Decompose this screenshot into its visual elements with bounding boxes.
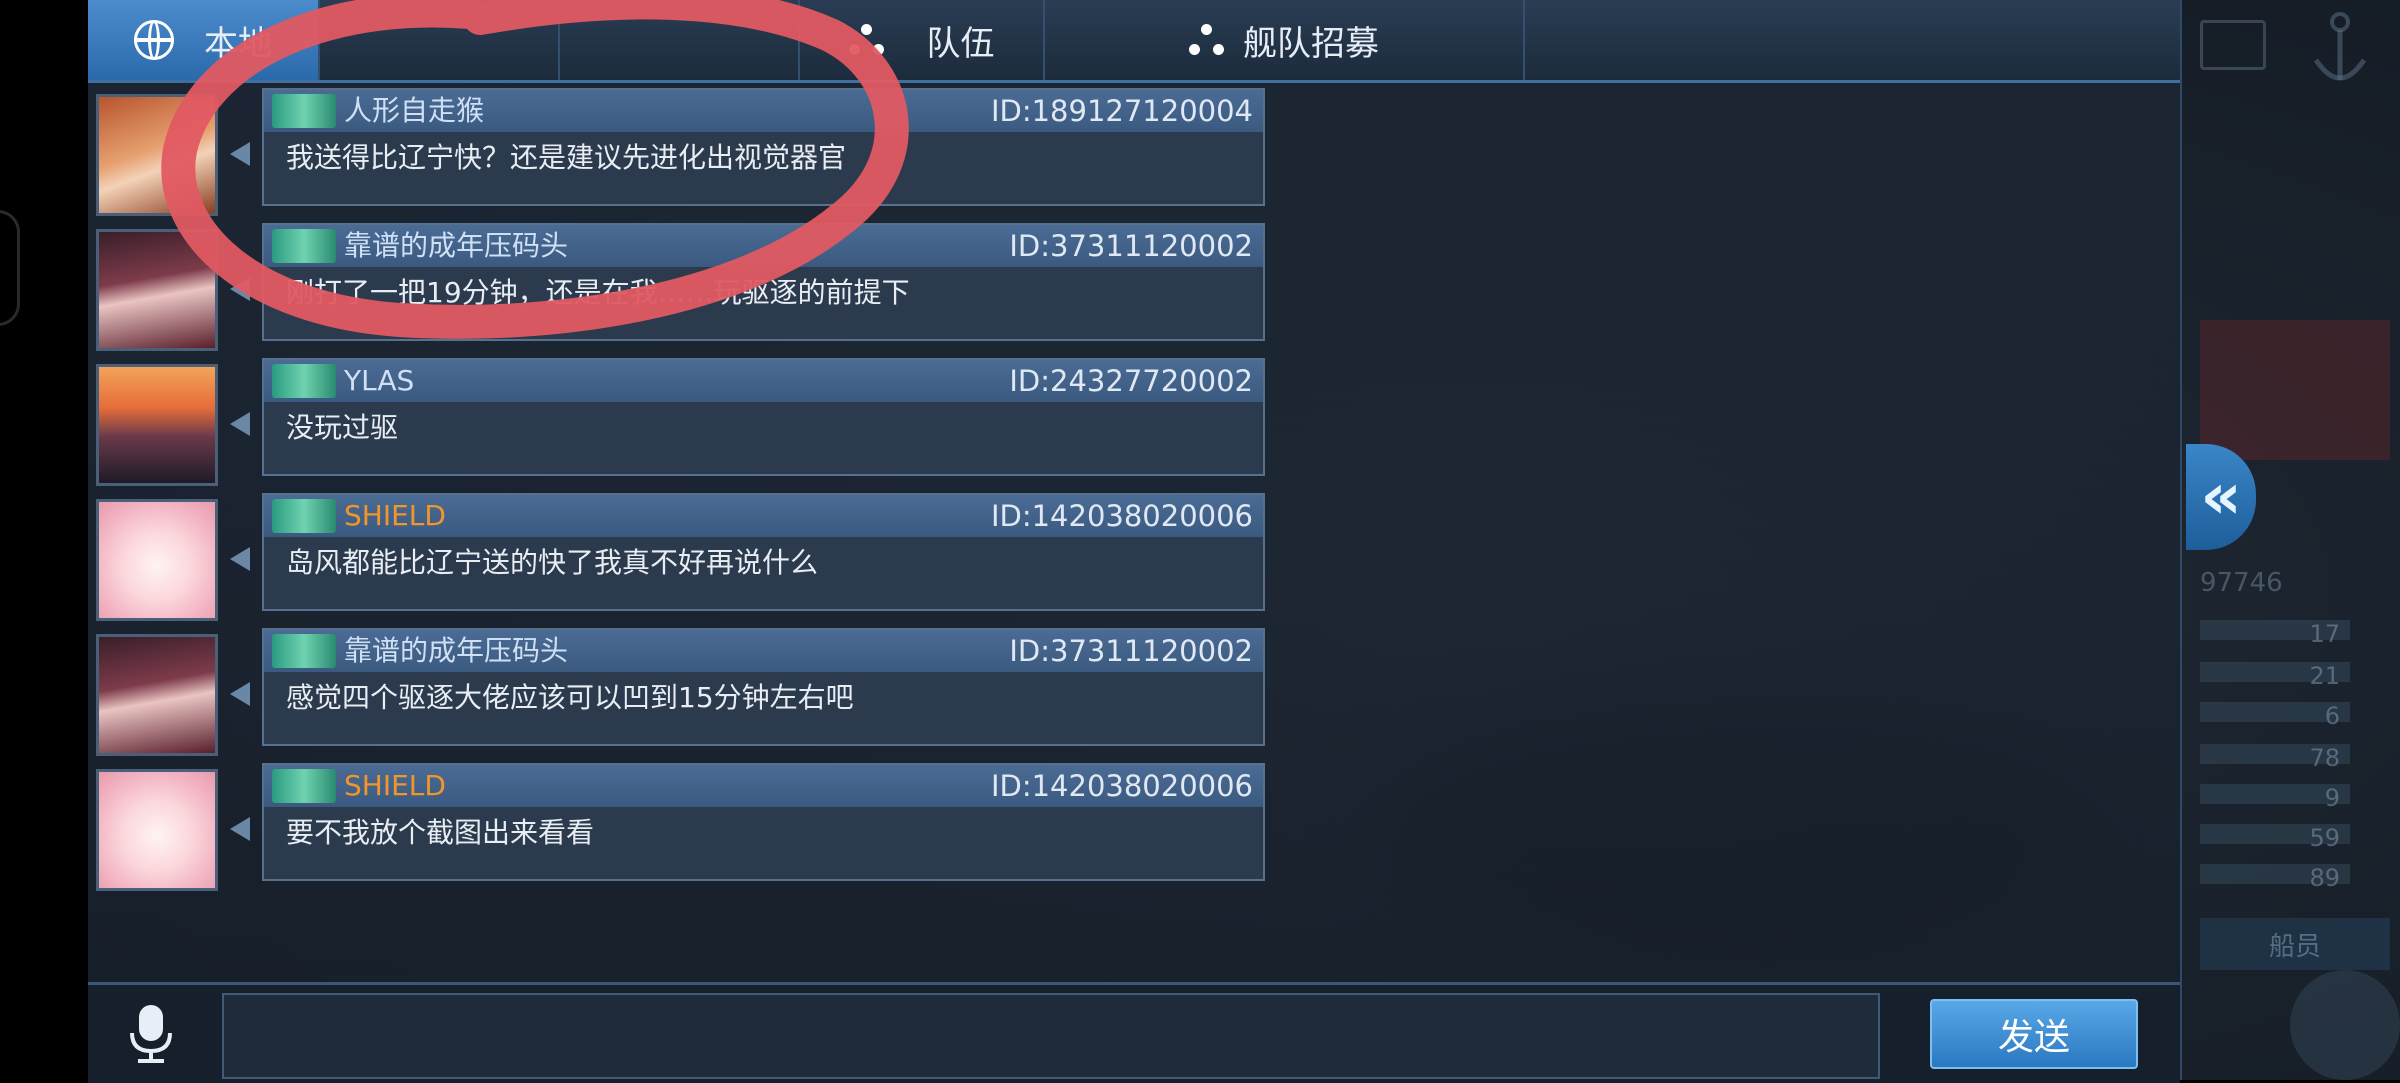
bubble-pointer [230,547,250,571]
rank-badge-icon [272,364,336,398]
message-text: 感觉四个驱逐大佬应该可以凹到15分钟左右吧 [286,681,854,714]
device-edge [0,0,88,1080]
message-text: 岛风都能比辽宁送的快了我真不好再说什么 [286,546,819,579]
username[interactable]: SHIELD [344,767,446,805]
tab-fleet-recruit[interactable]: 舰队招募 [1043,0,1525,80]
side-stat-bar: 59 [2200,824,2350,852]
message-row: SHIELD ID:142038020006 要不我放个截图出来看看 [88,763,1265,893]
user-avatar[interactable] [96,499,218,621]
message-text: 要不我放个截图出来看看 [286,816,595,849]
red-annotation-circle [161,0,909,339]
message-bubble: 靠谱的成年压码头 ID:37311120002 感觉四个驱逐大佬应该可以凹到15… [262,628,1265,746]
bubble-pointer [230,817,250,841]
microphone-icon[interactable] [120,1003,182,1065]
send-button[interactable]: 发送 [1930,999,2138,1069]
crew-label: 船员 [2268,931,2321,962]
message-text: 没玩过驱 [286,411,399,444]
side-stat-bar: 78 [2200,744,2350,772]
tab-label: 队伍 [926,23,995,64]
user-avatar[interactable] [96,634,218,756]
user-id: ID:37311120002 [1009,634,1253,668]
user-id: ID:142038020006 [990,499,1253,533]
side-stat-bar: 6 [2200,702,2350,730]
rank-badge-icon [272,769,336,803]
user-id: ID:189127120004 [990,94,1253,128]
side-number: 97746 [2200,568,2283,598]
tab-label: 舰队招募 [1243,23,1379,64]
anchor-icon[interactable] [2310,10,2370,90]
message-header: SHIELD ID:142038020006 [264,765,1263,807]
user-avatar[interactable] [96,364,218,486]
input-bar: 发送 [88,982,2180,1083]
fleet-dots-icon [1187,22,1227,58]
message-header: SHIELD ID:142038020006 [264,495,1263,537]
bubble-pointer [230,682,250,706]
side-stat-bar: 17 [2200,620,2350,648]
rank-badge-icon [272,499,336,533]
user-id: ID:24327720002 [1009,364,1253,398]
message-row: SHIELD ID:142038020006 岛风都能比辽宁送的快了我真不好再说… [88,493,1265,623]
ship-thumbnail[interactable] [2200,320,2390,460]
crew-button[interactable]: 船员 [2200,918,2390,970]
username[interactable]: SHIELD [344,497,446,535]
message-row: YLAS ID:24327720002 没玩过驱 [88,358,1265,488]
side-stat-bar: 21 [2200,662,2350,690]
chat-input[interactable] [222,993,1880,1079]
username[interactable]: 靠谱的成年压码头 [344,632,568,670]
user-id: ID:142038020006 [990,769,1253,803]
message-header: 靠谱的成年压码头 ID:37311120002 [264,630,1263,672]
username[interactable]: YLAS [344,362,414,400]
message-bubble: YLAS ID:24327720002 没玩过驱 [262,358,1265,476]
send-label: 发送 [1997,1017,2070,1058]
message-bubble: SHIELD ID:142038020006 要不我放个截图出来看看 [262,763,1265,881]
message-row: 靠谱的成年压码头 ID:37311120002 感觉四个驱逐大佬应该可以凹到15… [88,628,1265,758]
side-stat-bar: 9 [2200,784,2350,812]
bubble-pointer [230,412,250,436]
user-avatar[interactable] [96,769,218,891]
rank-badge-icon [272,634,336,668]
side-stat-bar: 89 [2200,864,2350,892]
shop-cart-icon[interactable] [2200,20,2266,70]
message-header: YLAS ID:24327720002 [264,360,1263,402]
message-bubble: SHIELD ID:142038020006 岛风都能比辽宁送的快了我真不好再说… [262,493,1265,611]
captain-avatar[interactable] [2290,970,2400,1080]
user-id: ID:37311120002 [1009,229,1253,263]
device-notch-outline [0,210,20,326]
